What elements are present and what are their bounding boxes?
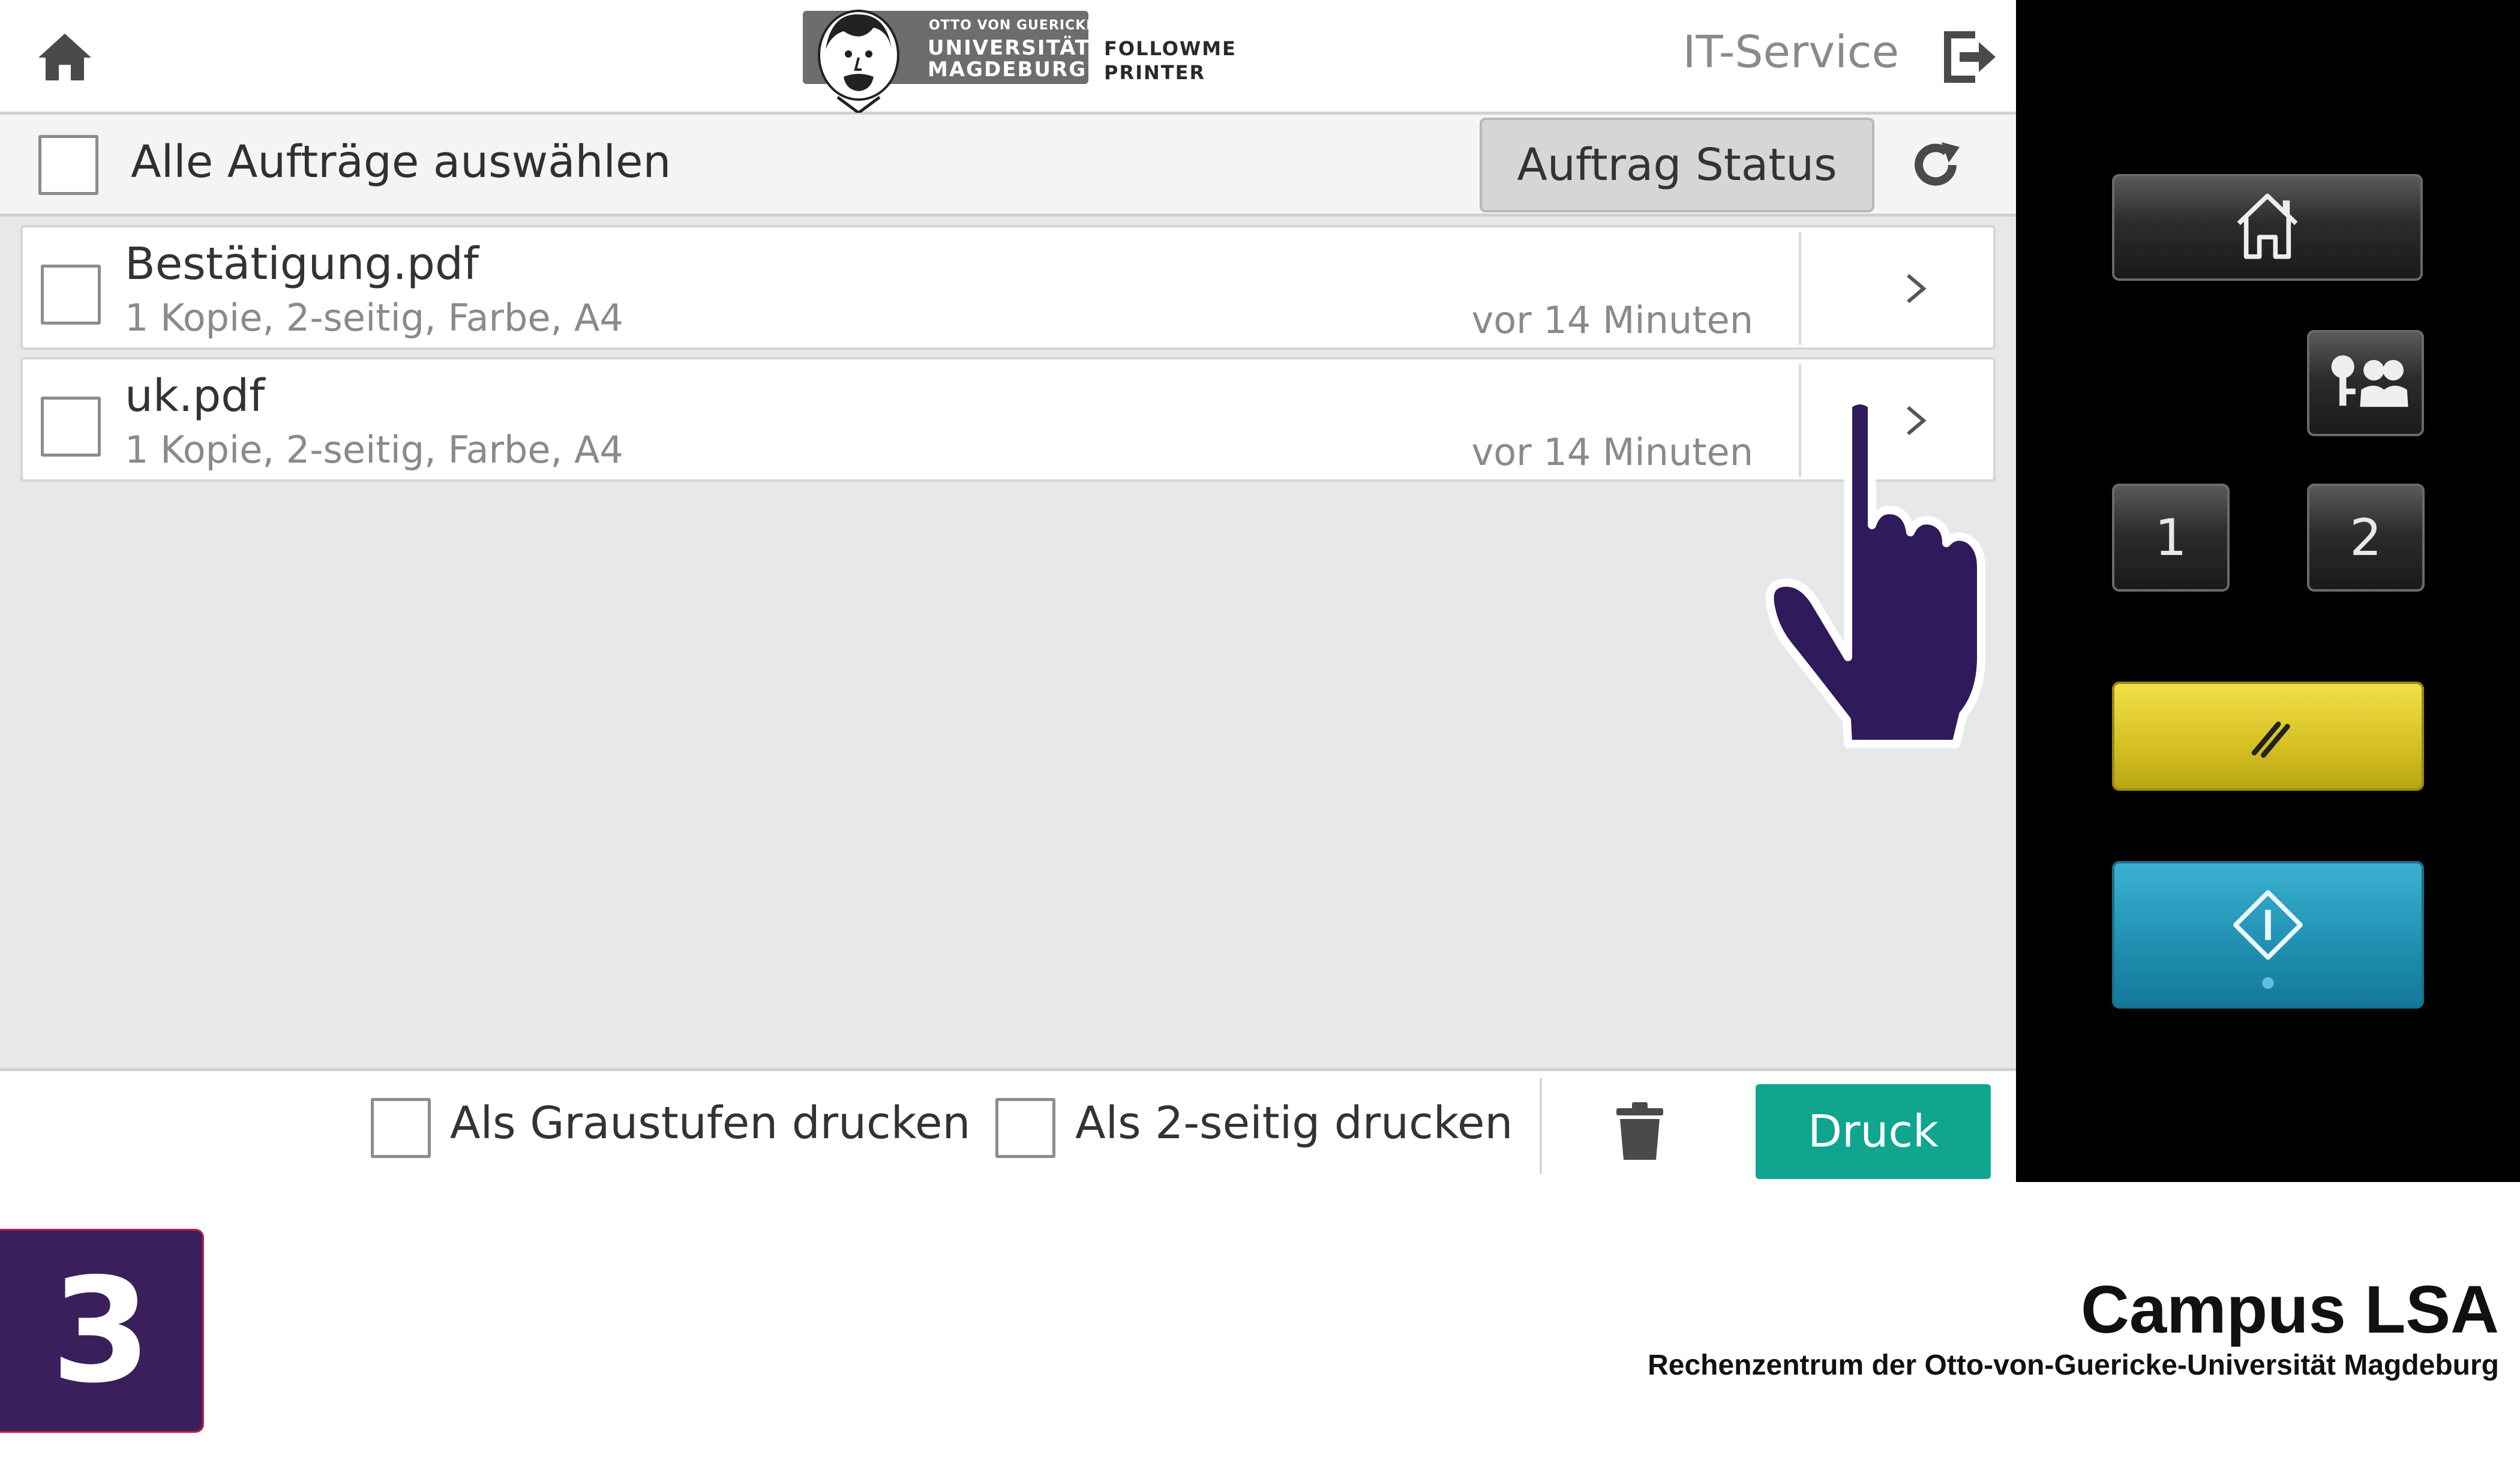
grayscale-label: Als Graustufen drucken bbox=[450, 1097, 971, 1149]
start-diamond-icon bbox=[2233, 890, 2303, 989]
job-time: vor 14 Minuten bbox=[1471, 430, 1753, 474]
hardware-reset-button[interactable] bbox=[2112, 682, 2424, 791]
divider bbox=[1799, 232, 1801, 345]
hand-pointer-icon bbox=[1765, 396, 1985, 748]
job-row[interactable]: uk.pdf 1 Kopie, 2-seitig, Farbe, A4 vor … bbox=[20, 357, 1996, 482]
grayscale-checkbox[interactable] bbox=[371, 1098, 431, 1158]
hardware-users-button[interactable] bbox=[2307, 330, 2424, 436]
job-time: vor 14 Minuten bbox=[1471, 298, 1753, 342]
guericke-portrait-icon bbox=[818, 10, 899, 113]
logo-line-2: MAGDEBURG bbox=[928, 58, 1087, 82]
home-icon[interactable] bbox=[37, 31, 92, 82]
top-bar: OTTO VON GUERICKE UNIVERSITÄT MAGDEBURG … bbox=[0, 0, 2016, 115]
duplex-checkbox[interactable] bbox=[995, 1098, 1055, 1158]
user-name: IT-Service bbox=[1682, 26, 1899, 78]
job-checkbox[interactable] bbox=[41, 397, 101, 457]
logo-top-text: OTTO VON GUERICKE bbox=[929, 18, 1096, 33]
job-details: 1 Kopie, 2-seitig, Farbe, A4 bbox=[125, 428, 623, 472]
print-button[interactable]: Druck bbox=[1756, 1084, 1991, 1179]
university-logo: OTTO VON GUERICKE UNIVERSITÄT MAGDEBURG … bbox=[803, 10, 1235, 113]
job-status-button[interactable]: Auftrag Status bbox=[1480, 118, 1874, 212]
step-number-badge: 3 bbox=[0, 1229, 204, 1433]
hardware-start-button[interactable] bbox=[2112, 861, 2424, 1009]
printer-touch-screen: OTTO VON GUERICKE UNIVERSITÄT MAGDEBURG … bbox=[0, 0, 2016, 1182]
trash-icon[interactable] bbox=[1613, 1101, 1667, 1161]
divider bbox=[1540, 1078, 1542, 1174]
logo-followme: FOLLOWME bbox=[1104, 37, 1237, 60]
select-all-checkbox[interactable] bbox=[38, 135, 98, 195]
selection-bar: Alle Aufträge auswählen Auftrag Status bbox=[0, 115, 2016, 217]
chevron-right-icon[interactable] bbox=[1895, 263, 1937, 314]
hardware-button-2[interactable]: 2 bbox=[2307, 484, 2425, 592]
brand-title: Campus LSA bbox=[2081, 1272, 2499, 1347]
refresh-icon[interactable] bbox=[1909, 139, 1963, 193]
logout-icon[interactable] bbox=[1942, 30, 1997, 84]
job-checkbox[interactable] bbox=[41, 265, 101, 325]
home-outline-icon bbox=[2237, 193, 2298, 259]
select-all-label: Alle Aufträge auswählen bbox=[131, 136, 671, 188]
job-details: 1 Kopie, 2-seitig, Farbe, A4 bbox=[125, 296, 623, 340]
duplex-label: Als 2-seitig drucken bbox=[1075, 1097, 1513, 1149]
hardware-panel: 1 2 bbox=[2016, 0, 2520, 1182]
job-name: Bestätigung.pdf bbox=[125, 238, 479, 290]
bottom-bar: Als Graustufen drucken Als 2-seitig druc… bbox=[0, 1068, 2016, 1182]
hardware-button-1[interactable]: 1 bbox=[2112, 484, 2230, 592]
users-key-icon bbox=[2331, 355, 2408, 407]
logo-printer: PRINTER bbox=[1104, 61, 1206, 84]
reset-slash-icon bbox=[2251, 721, 2290, 758]
brand-subtitle: Rechenzentrum der Otto-von-Guericke-Univ… bbox=[1648, 1349, 2499, 1381]
job-name: uk.pdf bbox=[125, 370, 265, 422]
logo-line-1: UNIVERSITÄT bbox=[928, 36, 1090, 60]
job-row[interactable]: Bestätigung.pdf 1 Kopie, 2-seitig, Farbe… bbox=[20, 225, 1996, 350]
hardware-home-button[interactable] bbox=[2112, 174, 2423, 281]
